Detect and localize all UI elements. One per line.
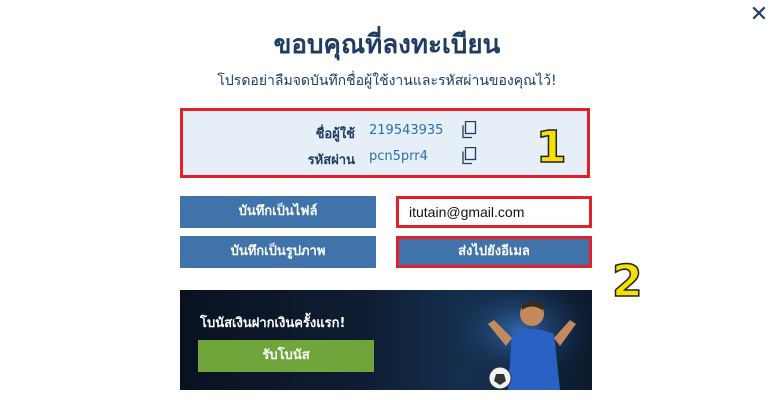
close-icon[interactable]: ✕: [748, 4, 770, 26]
get-bonus-button[interactable]: รับโบนัส: [198, 340, 374, 372]
football-player-image: [450, 290, 590, 390]
send-email-button[interactable]: ส่งไปยังอีเมล: [396, 236, 592, 268]
save-as-image-button[interactable]: บันทึกเป็นรูปภาพ: [180, 236, 376, 268]
dialog-title: ขอบคุณที่ลงทะเบียน: [273, 30, 501, 60]
step-number-2: 2: [611, 255, 643, 308]
username-row: ชื่อผู้ใช้ 219543935: [183, 121, 587, 143]
copy-icon[interactable]: [461, 121, 477, 139]
bonus-banner: โบนัสเงินฝากเงินครั้งแรก! รับโบนัส: [180, 290, 592, 390]
banner-text: โบนัสเงินฝากเงินครั้งแรก!: [200, 316, 346, 331]
email-field[interactable]: [399, 199, 589, 225]
password-row: รหัสผ่าน pcn5prr4: [183, 147, 587, 169]
step-number-1: 1: [535, 121, 567, 174]
credentials-panel: ชื่อผู้ใช้ 219543935 รหัสผ่าน pcn5prr4: [180, 108, 590, 178]
password-label: รหัสผ่าน: [307, 153, 355, 168]
email-field-wrapper: [396, 196, 592, 228]
copy-icon[interactable]: [461, 147, 477, 165]
password-value: pcn5prr4: [369, 149, 428, 164]
save-as-file-button[interactable]: บันทึกเป็นไฟล์: [180, 196, 376, 228]
dialog-subtitle: โปรดอย่าลืมจดบันทึกชื่อผู้ใช้งานและรหัสผ…: [217, 73, 557, 89]
username-value: 219543935: [369, 123, 444, 138]
username-label: ชื่อผู้ใช้: [315, 127, 355, 142]
